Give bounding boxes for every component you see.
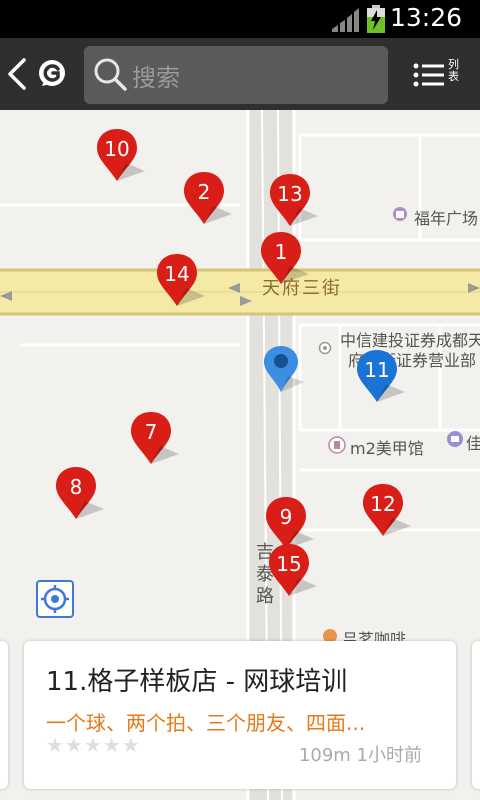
signal-icon <box>332 8 359 32</box>
top-bar: 搜索 列表 <box>0 38 480 110</box>
status-bar: 13:26 <box>0 0 480 38</box>
place-card[interactable]: 11.格子样板店 - 网球培训 一个球、两个拍、三个朋友、四面... ★★★★★… <box>24 641 456 789</box>
search-box[interactable]: 搜索 <box>84 46 388 104</box>
map-pin[interactable]: 15 <box>268 542 320 600</box>
pin-number: 10 <box>104 137 130 161</box>
app-logo-icon <box>39 60 65 86</box>
pin-number: 7 <box>144 420 158 444</box>
pin-number: 8 <box>69 475 83 499</box>
pin-number: 2 <box>197 180 211 204</box>
poi-icon <box>318 340 332 359</box>
poi-label[interactable]: 福年广场 <box>414 205 478 229</box>
pin-number: 12 <box>370 492 396 516</box>
place-title: 11.格子样板店 - 网球培训 <box>46 667 348 697</box>
clock: 13:26 <box>389 3 462 32</box>
pin-number: 11 <box>364 358 390 382</box>
pin-number: 14 <box>164 262 190 286</box>
next-card[interactable] <box>472 641 480 789</box>
back-arrow-icon[interactable] <box>4 56 32 92</box>
locate-me-button[interactable] <box>36 580 74 618</box>
previous-card[interactable]: 20 <box>0 641 8 789</box>
map-pin[interactable]: 1 <box>260 230 312 288</box>
map-pin[interactable]: 14 <box>156 252 208 310</box>
map-pin[interactable]: 7 <box>130 410 182 468</box>
map-pin[interactable]: 8 <box>55 465 107 523</box>
poi-label[interactable]: m2美甲馆 <box>350 435 424 459</box>
list-view-button[interactable]: 列表 <box>412 56 472 96</box>
battery-charging-icon <box>367 5 385 33</box>
search-icon <box>94 58 127 91</box>
list-icon <box>413 63 444 87</box>
poi-icon <box>392 206 408 226</box>
search-placeholder: 搜索 <box>132 64 180 92</box>
pin-number: 15 <box>276 552 302 576</box>
list-label: 列表 <box>448 58 459 83</box>
map-pin[interactable]: 13 <box>269 172 321 230</box>
rating-stars: ★★★★★ <box>46 733 141 757</box>
place-description: 一个球、两个拍、三个朋友、四面... <box>46 711 366 735</box>
pin-number: 13 <box>277 182 303 206</box>
poi-label[interactable]: 佳 <box>466 430 480 454</box>
map-pin[interactable]: 10 <box>96 127 148 185</box>
map-pin[interactable]: 11 <box>356 348 408 406</box>
map-pin[interactable]: 12 <box>362 482 414 540</box>
poi-icon <box>446 430 464 452</box>
crosshair-icon <box>41 585 69 613</box>
distance-time: 109m 1小时前 <box>298 745 422 766</box>
poi-icon <box>328 436 346 458</box>
map-pin[interactable]: 2 <box>183 170 235 228</box>
pin-number: 1 <box>274 240 288 264</box>
current-location-marker <box>262 344 306 394</box>
pin-number: 9 <box>279 505 293 529</box>
